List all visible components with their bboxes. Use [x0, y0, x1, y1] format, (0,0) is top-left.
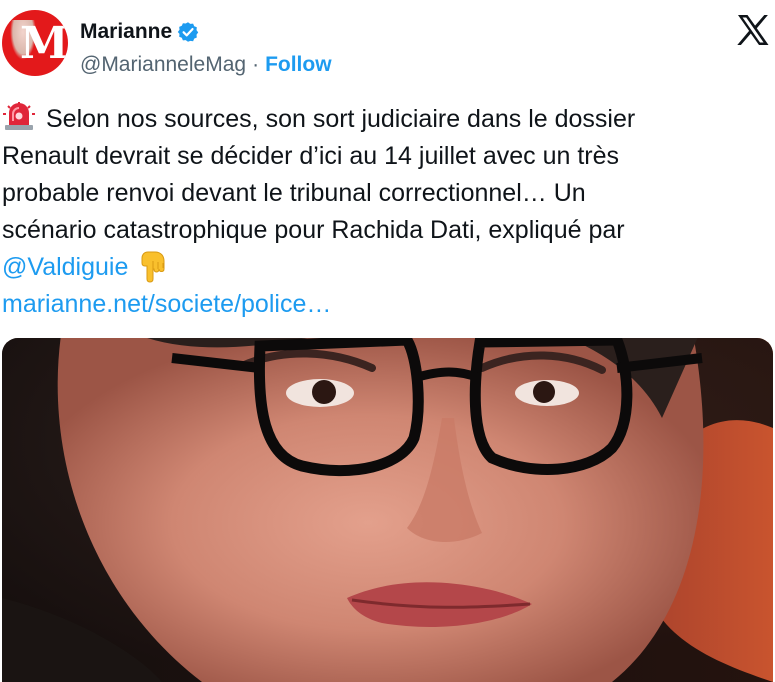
tweet-line-1: Selon nos sources, son sort judiciaire d…	[2, 101, 772, 138]
backhand-index-pointing-down-icon	[141, 251, 165, 283]
account-handle[interactable]: @MarianneleMag	[80, 53, 246, 77]
tweet-line-5: @Valdiguie	[2, 249, 772, 286]
tweet-line-1-text: Selon nos sources, son sort judiciaire d…	[46, 105, 636, 133]
display-name[interactable]: Marianne	[80, 20, 172, 44]
verified-badge-icon	[178, 22, 199, 42]
tweet-header: M Marianne @MarianneleMag · Follow	[0, 0, 775, 96]
name-row: Marianne	[80, 18, 199, 46]
avatar-logo-letter: M	[20, 18, 68, 69]
separator-dot: ·	[252, 53, 260, 76]
tweet-photo[interactable]	[2, 338, 773, 682]
tweet-text: Selon nos sources, son sort judiciaire d…	[2, 101, 772, 286]
photo-iris-left	[312, 380, 336, 404]
rotating-light-icon	[3, 102, 35, 130]
tweet-line-4: scénario catastrophique pour Rachida Dat…	[2, 216, 625, 244]
tweet-line-3: probable renvoi devant le tribunal corre…	[2, 179, 586, 207]
mention-link[interactable]: @Valdiguie	[2, 253, 128, 281]
follow-button[interactable]: Follow	[265, 53, 332, 77]
photo-iris-right	[533, 381, 555, 403]
handle-row: @MarianneleMag · Follow	[80, 51, 332, 79]
tweet-line-2: Renault devrait se décider d’ici au 14 j…	[2, 142, 620, 170]
article-link[interactable]: marianne.net/societe/police…	[2, 286, 331, 323]
x-logo-icon[interactable]	[735, 12, 771, 48]
photo-face	[57, 338, 704, 682]
account-avatar[interactable]: M	[2, 10, 68, 76]
